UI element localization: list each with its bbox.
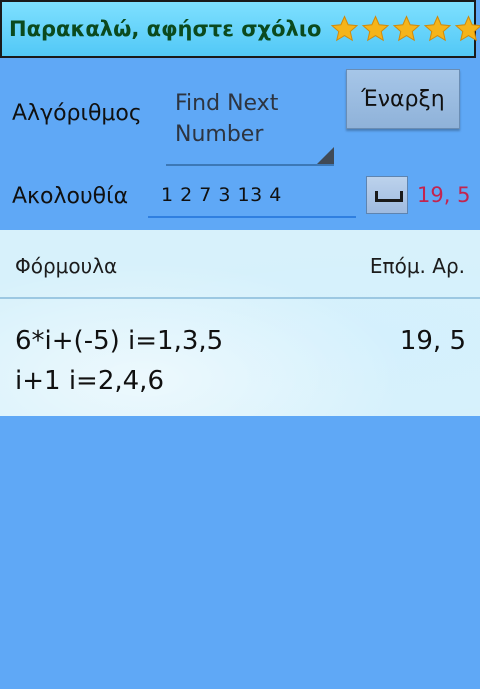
sequence-input[interactable]: 1 2 7 3 13 4 [148,178,356,218]
header-formula: Φόρμουλα [15,254,118,278]
start-button[interactable]: Έναρξη [346,69,460,129]
next-number-cell: 19, 5 [399,326,466,356]
star-icon [424,15,452,42]
formula-line: i+1 i=2,4,6 [15,366,164,396]
algorithm-label: Αλγόριθμος [12,101,142,126]
results-table: Φόρμουλα Επόμ. Αρ. 6*i+(-5) i=1,3,5 i+1 … [0,230,480,416]
dropdown-arrow-icon [317,147,334,164]
star-icon [393,15,421,42]
formula-line: 6*i+(-5) i=1,3,5 [15,326,224,356]
algorithm-selected-value: Find Next Number [175,91,279,147]
header-next-number: Επόμ. Αρ. [369,254,465,278]
star-icon [331,15,359,42]
star-icon [362,15,390,42]
table-header: Φόρμουλα Επόμ. Αρ. [0,230,480,299]
rate-app-banner[interactable]: Παρακαλώ, αφήστε σχόλιο [0,0,480,58]
table-row[interactable]: 6*i+(-5) i=1,3,5 i+1 i=2,4,6 19, 5 [0,299,480,415]
star-icon [455,15,480,42]
space-key-button[interactable] [366,176,408,214]
sequence-input-value: 1 2 7 3 13 4 [161,184,282,206]
space-icon [375,191,403,202]
rate-app-text: Παρακαλώ, αφήστε σχόλιο [9,17,322,41]
sequence-label: Ακολουθία [12,184,129,209]
formula-cell: 6*i+(-5) i=1,3,5 i+1 i=2,4,6 [15,321,223,401]
algorithm-dropdown[interactable]: Find Next Number [166,84,334,166]
inline-result: 19, 5 [417,183,471,207]
rating-stars [329,14,480,44]
